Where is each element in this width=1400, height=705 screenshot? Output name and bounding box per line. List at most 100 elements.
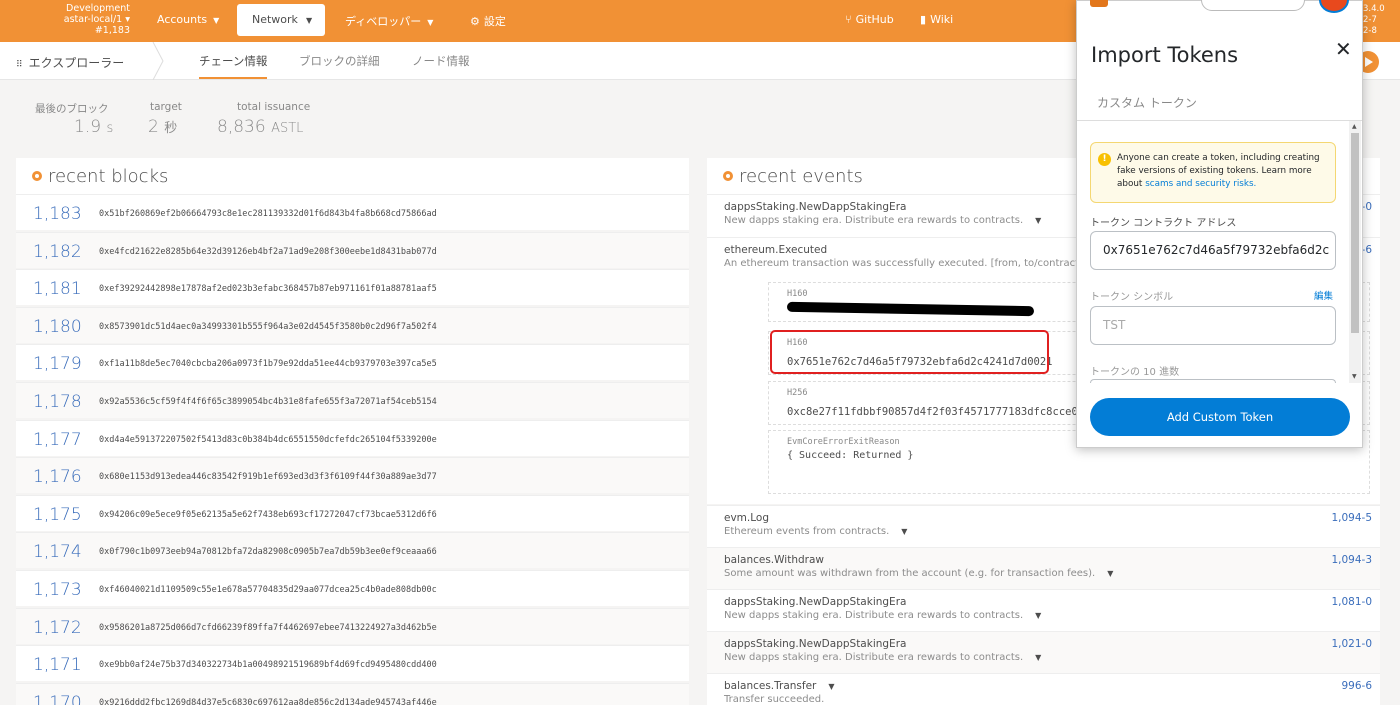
nav-github[interactable]: ⑂ GitHub [845,13,894,26]
event-row[interactable]: balances.Transfer ▼ Transfer succeeded. 9… [707,673,1380,705]
token-symbol-input[interactable]: TST [1090,306,1336,345]
nav-accounts[interactable]: Accounts ▼ [157,13,219,26]
block-hash: 0xd4a4e591372207502f5413d83c0b384b4dc655… [99,434,437,445]
recent-blocks-header: recent blocks [16,158,689,194]
nav-wiki[interactable]: ▮ Wiki [920,13,953,26]
chain-selector[interactable]: Development astar-local/1 ▾ #1,183 [58,3,130,36]
event-row[interactable]: balances.Withdraw Some amount was withdr… [707,547,1380,589]
token-decimals-input[interactable] [1090,379,1336,383]
stat-label-target: target [150,101,182,113]
chevron-down-icon[interactable]: ▼ [1035,611,1041,620]
nav-settings[interactable]: ⚙ 設定 [470,13,506,29]
block-number-link[interactable]: 1,179 [33,354,82,374]
event-ref-link[interactable]: 996-6 [1341,680,1372,692]
add-custom-token-button[interactable]: Add Custom Token [1090,398,1350,436]
status-dot-icon [723,171,733,181]
event-ref-link[interactable]: 1,021-0 [1331,638,1372,650]
block-row[interactable]: 1,182 0xe4fcd21622e8285b64e32d39126eb4bf2… [16,231,689,268]
block-row[interactable]: 1,171 0xe9bb0af24e75b37d340322734b1a00498… [16,645,689,682]
warning-text: Anyone can create a token, including cre… [1117,153,1320,189]
block-number-link[interactable]: 1,174 [33,542,82,562]
block-number-link[interactable]: 1,182 [33,242,82,262]
event-description: Some amount was withdrawn from the accou… [724,568,1114,579]
network-selector[interactable] [1201,0,1305,11]
status-dot-icon [32,171,42,181]
grid-icon: ⠿ [16,60,23,70]
modal-scrollbar[interactable]: ▲ ▼ [1349,121,1361,383]
nav-wiki-label: Wiki [930,13,954,26]
chevron-down-icon[interactable]: ▼ [1035,653,1041,662]
github-icon: ⑂ [845,13,852,26]
chevron-down-icon[interactable]: ▼ [828,682,834,691]
chevron-down-icon[interactable]: ▼ [1035,216,1041,225]
tab-node-info[interactable]: ノード情報 [412,53,470,69]
block-number-link[interactable]: 1,170 [33,693,82,705]
token-decimals-label: トークンの 10 進数 [1090,367,1180,378]
block-hash: 0x8573901dc51d4aec0a34993301b555f964a3e0… [99,321,437,332]
block-hash: 0xef39292442898e17878af2ed023b3efabc3684… [99,284,437,295]
event-row[interactable]: dappsStaking.NewDappStakingEra New dapps… [707,631,1380,673]
param-type-label: H256 [787,388,808,398]
scroll-thumb[interactable] [1351,133,1359,333]
event-ref-link[interactable]: 1,094-3 [1331,554,1372,566]
contract-address-input[interactable]: 0x7651e762c7d46a5f79732ebfa6d2c [1090,231,1336,270]
block-row[interactable]: 1,183 0x51bf260869ef2b06664793c8e1ec28113… [16,194,689,230]
block-row[interactable]: 1,173 0xf46040021d1109509c55e1e678a577048… [16,570,689,606]
block-number-link[interactable]: 1,175 [33,505,82,525]
block-number-link[interactable]: 1,172 [33,618,82,638]
stat-value-last-block: 1.9 s [74,117,114,137]
highlight-box [770,330,1049,374]
block-row[interactable]: 1,177 0xd4a4e591372207502f5413d83c0b384b4… [16,419,689,456]
chain-id: astar-local/1 ▾ [63,14,130,25]
event-ref-link[interactable]: 1,094-5 [1331,512,1372,524]
block-hash: 0xe9bb0af24e75b37d340322734b1a0049892151… [99,660,437,671]
nav-developer-label: ディベロッパー [345,15,422,28]
event-description: New dapps staking era. Distribute era re… [724,652,1042,663]
block-number-link[interactable]: 1,177 [33,430,82,450]
metamask-fox-icon [1090,0,1108,7]
block-number-link[interactable]: 1,183 [33,204,82,224]
tab-block-details[interactable]: ブロックの詳細 [299,53,380,69]
nav-developer[interactable]: ディベロッパー ▼ [345,13,433,29]
block-row[interactable]: 1,170 0x9216ddd2fbc1269d84d37e5c6830c6976… [16,682,689,705]
block-row[interactable]: 1,178 0x92a5536c5cf59f4f4f6f65c3899054bc4… [16,382,689,418]
event-name: evm.Log [724,512,769,524]
block-row[interactable]: 1,174 0x0f790c1b0973eeb94a70812bfa72da829… [16,532,689,569]
chevron-down-icon[interactable]: ▼ [901,527,907,536]
block-row[interactable]: 1,176 0x680e1153d913edea446c83542f919b1ef… [16,457,689,494]
event-row[interactable]: evm.Log Ethereum events from contracts. ▼… [707,505,1380,547]
gear-icon: ⚙ [470,15,480,28]
nav-settings-label: 設定 [483,15,506,28]
event-ref-link[interactable]: 1,081-0 [1331,596,1372,608]
block-row[interactable]: 1,180 0x8573901dc51d4aec0a34993301b555f96… [16,306,689,343]
block-number-link[interactable]: 1,173 [33,580,82,600]
tab-custom-token[interactable]: カスタム トークン [1097,94,1197,111]
block-row[interactable]: 1,181 0xef39292442898e17878af2ed023b3efab… [16,269,689,306]
scroll-down-icon[interactable]: ▼ [1352,373,1357,380]
param-type-label: EvmCoreErrorExitReason [787,437,900,447]
block-number-link[interactable]: 1,178 [33,392,82,412]
block-number-link[interactable]: 1,171 [33,655,82,675]
chevron-down-icon[interactable]: ▼ [1107,569,1113,578]
nav-network[interactable]: Network ▼ [237,4,325,36]
scams-link[interactable]: scams and security risks. [1145,179,1256,189]
event-row[interactable]: dappsStaking.NewDappStakingEra New dapps… [707,589,1380,631]
scroll-up-icon[interactable]: ▲ [1352,123,1357,130]
block-row[interactable]: 1,175 0x94206c09e5ece9f05e62135a5e62f7438… [16,494,689,531]
account-avatar[interactable] [1319,0,1349,13]
tab-chain-info[interactable]: チェーン情報 [199,53,267,69]
close-icon[interactable]: ✕ [1335,37,1352,61]
edit-link[interactable]: 編集 [1314,288,1333,302]
param-exit-value: { Succeed: Returned } [787,450,914,461]
block-number-link[interactable]: 1,176 [33,467,82,487]
block-number-link[interactable]: 1,180 [33,317,82,337]
block-number-link[interactable]: 1,181 [33,279,82,299]
stat-value-target: 2 秒 [148,117,178,137]
version-line: 3.4.0 [1363,4,1385,14]
block-row[interactable]: 1,172 0x9586201a8725d066d7cfd66239f89ffa7… [16,607,689,644]
block-hash: 0xf1a11b8de5ec7040cbcba206a0973f1b79e92d… [99,359,437,370]
redaction-scribble [786,301,1035,317]
block-hash: 0x94206c09e5ece9f05e62135a5e62f7438eb693… [99,509,437,520]
block-row[interactable]: 1,179 0xf1a11b8de5ec7040cbcba206a0973f1b7… [16,344,689,381]
explorer-menu[interactable]: ⠿ エクスプローラー [16,54,124,71]
